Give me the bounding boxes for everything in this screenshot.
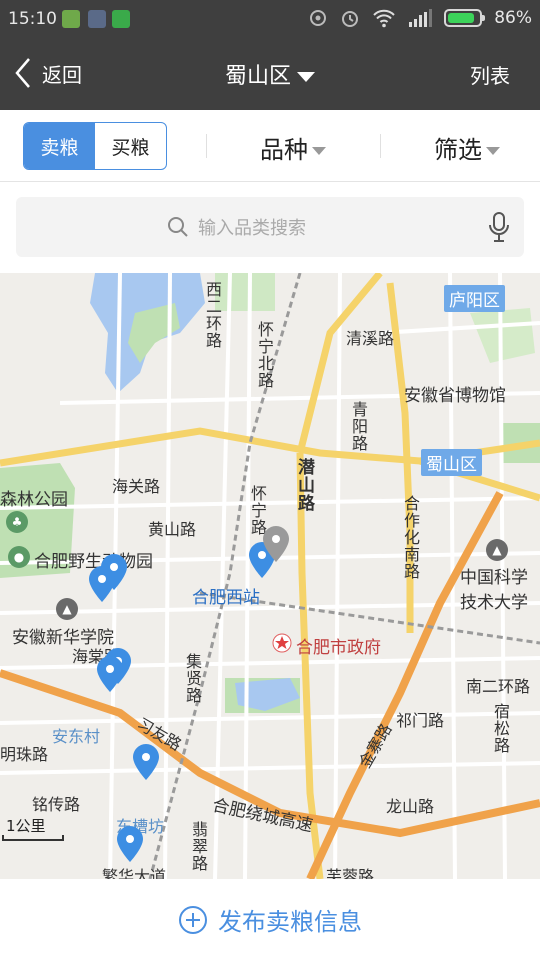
tab-sell-grain[interactable]: 卖粮 [24,123,95,169]
nav-bar: 返回 蜀山区 列表 [0,38,540,110]
status-right: 86% [308,8,532,28]
poi-label-forest-park: 森林公园 [0,490,68,510]
map-scale-label: 1公里 [6,817,46,835]
status-bar: 15:10 86% [0,0,540,38]
filter-dropdown[interactable]: 筛选 [434,130,500,165]
district-label-shushan: 蜀山区 [421,449,482,476]
road-label: 祁门路 [396,711,445,730]
road-label: 怀宁北路 [255,321,274,389]
district-label-luyang: 庐阳区 [444,285,505,312]
chat-notification-icon [112,10,130,28]
map-scale-bar [2,835,64,841]
search-area: 输入品类搜索 [0,183,540,273]
poi-label-museum: 安徽省博物馆 [404,386,506,406]
plus-circle-icon [179,905,207,934]
alarm-icon [342,11,359,27]
publish-sell-label: 发布卖粮信息 [218,908,362,936]
battery-percent: 86% [494,8,532,28]
location-pin-selected[interactable] [262,525,290,563]
list-button[interactable]: 列表 [470,60,510,89]
road-label: 西二环路 [203,281,222,349]
poi-label-west-station: 合肥西站 [192,588,260,608]
caret-down-icon [486,147,500,155]
wifi-icon [373,9,395,28]
filter-label: 筛选 [434,136,482,164]
signal-icon [409,9,433,27]
zoo-icon: ● [8,546,30,568]
road-label: 龙山路 [386,797,435,816]
road-label: 南二环路 [466,677,531,696]
divider [206,134,207,158]
divider [380,134,381,158]
search-placeholder: 输入品类搜索 [198,218,306,239]
government-star-icon [272,633,292,653]
filter-bar: 卖粮 买粮 品种 筛选 [0,110,540,182]
road-label: 铭传路 [32,795,81,814]
app-notification-icon [62,10,80,28]
road-label: 合作化南路 [401,495,420,580]
location-pin[interactable] [116,825,144,863]
publish-sell-button[interactable]: 发布卖粮信息 [0,879,540,960]
sync-icon [310,10,327,26]
variety-dropdown[interactable]: 品种 [260,130,326,165]
poi-label-ustc: 中国科学技术大学 [460,568,528,613]
photo-notification-icon [88,10,106,28]
road-label: 集贤路 [183,653,202,704]
map-view[interactable]: 庐阳区 蜀山区 西二环路 怀宁北路 清溪路 安徽省博物馆 青阳路 潜山路 合作化… [0,273,540,879]
trade-type-toggle: 卖粮 买粮 [23,122,167,170]
location-pin[interactable] [96,655,124,693]
road-label: 黄山路 [148,520,197,539]
place-label: 安东村 [52,727,101,746]
school-icon: ▲ [486,539,508,561]
road-label: 清溪路 [346,329,395,348]
road-label: 宿松路 [491,703,510,754]
road-label: 海关路 [112,477,161,496]
microphone-icon[interactable] [488,211,510,243]
road-label: 潜山路 [294,458,314,512]
school-icon: ▲ [56,598,78,620]
poi-label-government: 合肥市政府 [296,638,381,658]
district-selector[interactable]: 蜀山区 [0,58,540,90]
road-label: 繁华大道 [102,867,167,879]
status-time: 15:10 [8,9,57,29]
caret-down-icon [312,147,326,155]
battery-icon [444,9,486,27]
location-pin[interactable] [88,565,116,603]
road-label: 明珠路 [0,745,49,764]
variety-label: 品种 [260,136,308,164]
road-label: 青阳路 [349,401,368,452]
search-icon [168,217,188,237]
caret-down-icon [297,72,315,82]
green-area [215,273,275,311]
road-label: 翡翠路 [189,821,208,872]
search-input[interactable]: 输入品类搜索 [16,197,524,257]
location-pin[interactable] [132,743,160,781]
tab-buy-grain[interactable]: 买粮 [95,123,166,169]
page-title: 蜀山区 [224,64,291,89]
park-icon: ♣ [6,511,28,533]
road-label: 芙蓉路 [326,867,375,879]
